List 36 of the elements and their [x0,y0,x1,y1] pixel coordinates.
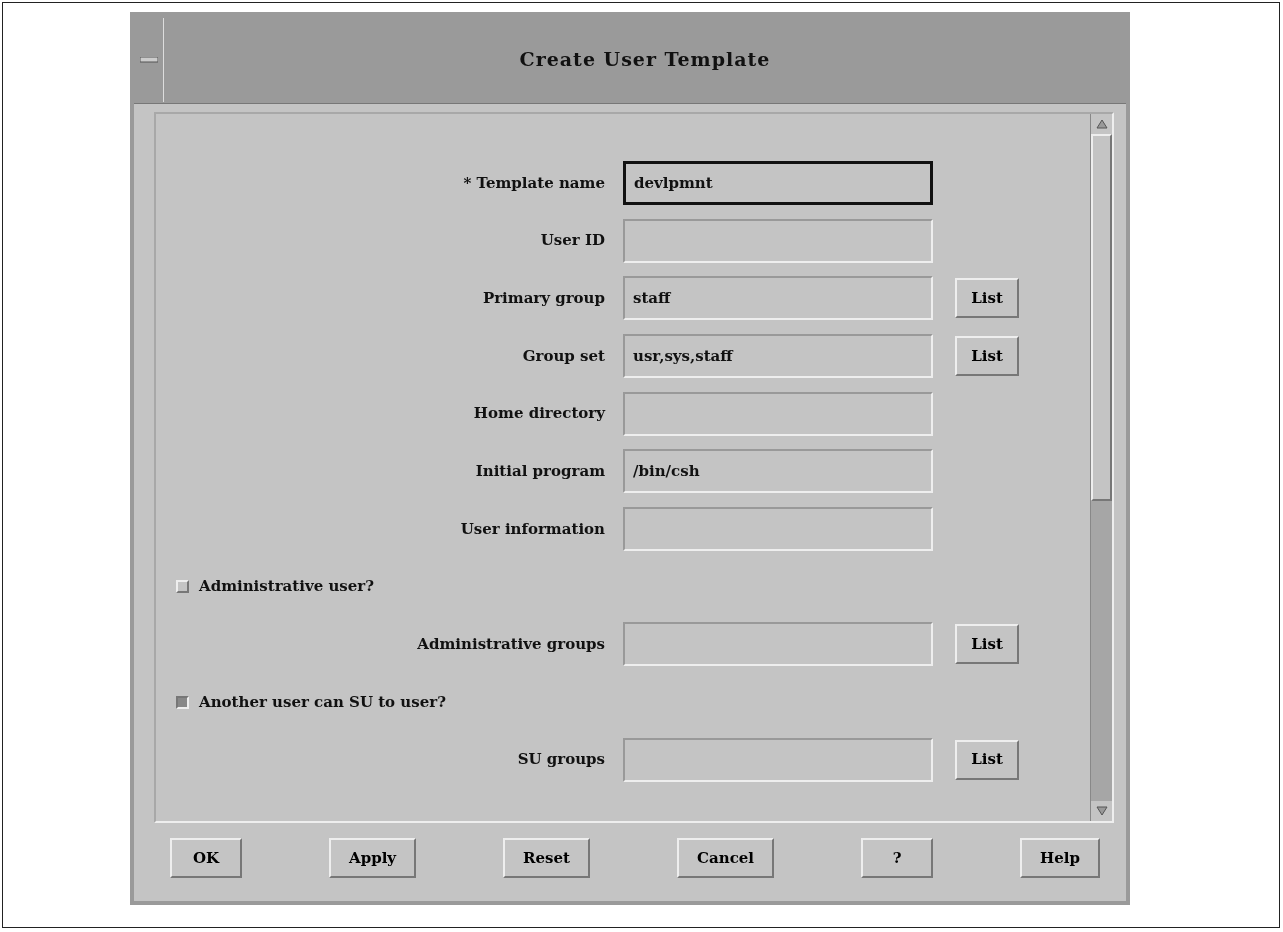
dialog-button[interactable]: OK [170,838,242,878]
text-field[interactable]: staff [623,276,933,321]
checkbox-label: Another user can SU to user? [199,691,446,713]
dialog-button[interactable]: Apply [329,838,417,878]
dialog-button[interactable]: ? [861,838,934,878]
window-title: Create User Template [518,47,772,73]
dialog-button[interactable]: Reset [503,838,591,878]
text-field[interactable]: usr,sys,staff [623,333,933,378]
text-field[interactable] [623,737,933,782]
field-label: User information [459,518,606,540]
dialog-button[interactable]: Cancel [677,838,774,878]
text-field[interactable] [623,506,933,551]
scroll-up-icon[interactable] [1095,119,1108,129]
text-field[interactable]: /bin/csh [623,449,933,494]
field-label: Administrative groups [416,634,606,656]
list-button[interactable]: List [955,335,1019,376]
text-field[interactable] [623,622,933,667]
list-button[interactable]: List [955,739,1019,780]
field-label: Group set [521,345,606,367]
scroll-down-icon[interactable] [1095,806,1108,816]
field-label: Primary group [481,287,606,309]
field-label: * Template name [462,172,606,194]
scroll-bar[interactable] [1090,114,1112,821]
list-button[interactable]: List [955,278,1019,319]
field-label: Home directory [472,403,607,425]
field-label: Initial program [474,461,606,483]
text-field[interactable] [623,391,933,436]
checkbox[interactable] [176,695,189,709]
text-field[interactable] [623,218,933,263]
checkbox-label: Administrative user? [199,576,374,598]
field-label: User ID [539,230,606,252]
list-button[interactable]: List [955,624,1019,665]
dialog-button[interactable]: Help [1020,838,1100,878]
text-field[interactable]: devlpmnt [623,160,933,205]
window-menu-icon[interactable] [139,56,158,63]
field-label: SU groups [516,749,606,771]
